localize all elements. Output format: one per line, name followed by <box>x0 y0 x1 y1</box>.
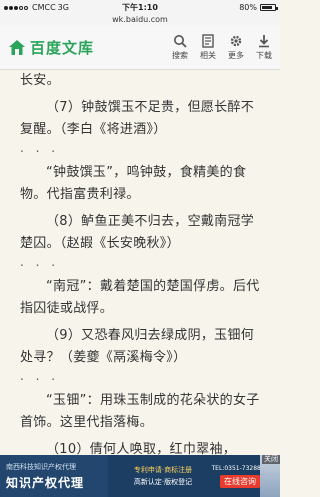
article-line: （10）倩何人唤取，红巾翠袖， <box>46 442 237 455</box>
download-label: 下载 <box>256 51 272 60</box>
article-line: “钟鼓馔玉”，鸣钟鼓，食精美的食物。代指富贵利禄。 <box>20 165 247 202</box>
status-time: 下午1:10 <box>122 3 158 12</box>
article-line: “南冠”：戴着楚国的楚国俘虏。后代指囚徒或战俘。 <box>20 279 260 316</box>
search-button[interactable]: 搜索 <box>166 26 194 70</box>
ellipsis: . . . <box>20 255 60 269</box>
ellipsis: . . . <box>20 141 60 155</box>
battery-fill <box>262 6 272 9</box>
search-icon <box>174 35 187 48</box>
article-line: （9）又恐春风归去绿成阴，玉钿何处寻？（姜夔《鬲溪梅令》） <box>20 328 255 365</box>
ad-line-1: 专利申请·商标注册 <box>133 466 193 474</box>
article-line: 长安。 <box>20 73 60 88</box>
app-header: 百度文库 搜索 相关 更多 下载 <box>0 26 280 70</box>
toolbar: 搜索 相关 更多 下载 <box>166 26 280 70</box>
article-line: “玉钿”：用珠玉制成的花朵状的女子首饰。这里代指落梅。 <box>20 393 260 430</box>
download-button[interactable]: 下载 <box>250 26 278 70</box>
more-label: 更多 <box>228 51 244 60</box>
ad-org: 南西科技知识产权代理 <box>6 462 76 471</box>
ad-banner[interactable]: 南西科技知识产权代理 知识产权代理 专利申请·商标注册 高新认定·版权登记 TE… <box>0 455 280 497</box>
article-line: （7）钟鼓馔玉不足贵，但愿长醉不复醒。（李白《将进酒》） <box>20 100 255 137</box>
article-line: （8）鲈鱼正美不归去，空戴南冠学楚囚。（赵嘏《长安晚秋》） <box>20 214 255 251</box>
download-icon <box>259 35 269 48</box>
status-bar: CMCC 3G 下午1:10 80% <box>0 0 280 15</box>
ad-services: 专利申请·商标注册 高新认定·版权登记 <box>108 455 218 497</box>
related-button[interactable]: 相关 <box>194 26 222 70</box>
search-label: 搜索 <box>172 51 188 60</box>
ad-consult-button[interactable]: 在线咨询 <box>220 474 260 488</box>
ad-line-2: 高新认定·版权登记 <box>133 478 193 486</box>
gear-icon <box>230 35 242 47</box>
battery-icon <box>260 4 278 11</box>
house-logo-icon <box>9 39 25 55</box>
more-button[interactable]: 更多 <box>222 26 250 70</box>
related-label: 相关 <box>200 51 216 60</box>
ad-brand: 南西科技知识产权代理 知识产权代理 <box>0 455 108 497</box>
wenku-logo[interactable]: 百度文库 <box>0 37 94 58</box>
ad-title: 知识产权代理 <box>6 475 85 490</box>
url-bar[interactable]: wk.baidu.com <box>0 15 280 26</box>
logo-text: 百度文库 <box>30 39 95 57</box>
ad-close-button[interactable]: 关闭 <box>262 455 280 464</box>
related-icon <box>202 34 214 48</box>
ellipsis: . . . <box>20 369 60 383</box>
article-body: 长安。 （7）钟鼓馔玉不足贵，但愿长醉不复醒。（李白《将进酒》） . . . “… <box>0 70 280 455</box>
